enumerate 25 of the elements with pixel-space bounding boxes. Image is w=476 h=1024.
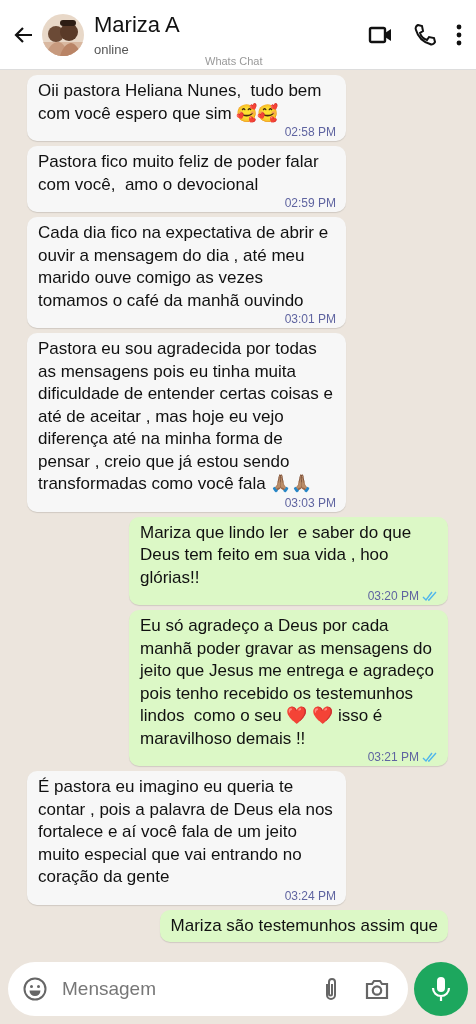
message-text: Mariza que lindo ler e saber do que Deus tem feito em sua vida , hoo glórias!! xyxy=(140,521,413,589)
app-label: Whats Chat xyxy=(205,55,263,67)
message-time: 02:58 PM xyxy=(284,125,336,139)
message-text: É pastora eu imagino eu queria te contar , pois a palavra de Deus ela nos fortalece e aí você fala de um jeito muito especial que vai entrando no coração da gente xyxy=(38,776,334,888)
message-time: 03:01 PM xyxy=(284,312,336,326)
message-time: 03:24 PM xyxy=(284,888,336,903)
microphone-icon xyxy=(430,975,452,1003)
microphone-button[interactable] xyxy=(414,962,468,1016)
online-status: online xyxy=(94,42,130,57)
message-input[interactable]: Mensagem xyxy=(60,977,320,1001)
message-text: Pastora eu sou agradecida por todas as mensagens pois eu tinha muita dificuldade de entender certas coisas e até de aceitar , mas hoje eu vejo diferença até na minha forma de pensar , creio que já estou sendo transformadas como você fala 🙏🏽🙏🏽 xyxy=(38,338,334,495)
message-text: Eu só agradeço a Deus por cada manhã poder gravar as mensagens do jeito que Jesus me entrega e agradeço pois tenho recebido os testemunhos lindos como o seu ❤ ❤ isso é maravilhoso demais !! xyxy=(140,615,435,750)
message-time: 02:59 PM xyxy=(284,196,336,210)
message-text: Oii pastora Heliana Nunes, tudo bem com você espero que sim 🥰🥰 xyxy=(38,80,323,125)
message-text: Cada dia fico na expectativa de abrir e ouvir a mensagem do dia , até meu marido ouve comigo as vezes tomamos o café da manhã ouvindo xyxy=(38,222,330,312)
message-text: Pastora fico muito feliz de poder falar com você, amo o devocional xyxy=(38,151,320,196)
message-time: 03:03 PM xyxy=(284,495,336,510)
emoji-icon[interactable] xyxy=(22,976,48,1002)
message-time: 03:20 PM xyxy=(367,589,438,603)
message-field[interactable]: Mensagem xyxy=(8,962,408,1016)
phone-call-icon[interactable] xyxy=(412,21,438,48)
message-text: Mariza são testemunhos assim que xyxy=(170,914,438,937)
contact-name: Mariza A xyxy=(94,12,181,38)
camera-icon[interactable] xyxy=(364,977,390,1001)
message-time: 03:21 PM xyxy=(367,750,438,764)
